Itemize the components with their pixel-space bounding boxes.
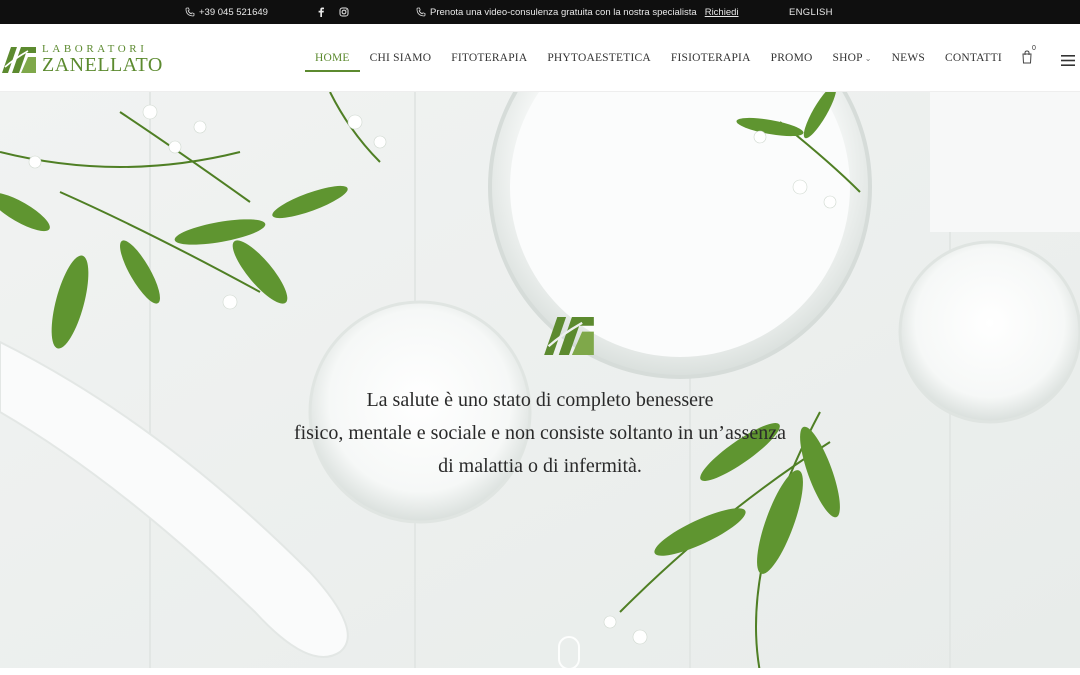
nav-item-shop[interactable]: SHOP ⌄ [823, 24, 882, 92]
hero-quote: La salute è uno stato di completo beness… [0, 384, 1080, 483]
promo-text: Prenota una video-consulenza gratuita co… [430, 6, 697, 18]
logo-line2: ZANELLATO [42, 54, 163, 76]
site-header: LABORATORI ZANELLATO HOME CHI SIAMO FITO… [0, 24, 1080, 92]
social-links [317, 0, 349, 24]
language-switch[interactable]: ENGLISH [789, 0, 833, 24]
video-call-icon [416, 7, 426, 17]
nav-item-fisioterapia[interactable]: FISIOTERAPIA [661, 24, 761, 92]
hero-quote-line2: fisico, mentale e sociale e non consiste… [293, 422, 787, 444]
nav-item-fitoterapia[interactable]: FITOTERAPIA [441, 24, 537, 92]
hero-quote-line3: di malattia o di infermità. [438, 455, 642, 477]
chevron-down-icon: ⌄ [864, 53, 872, 63]
promo-banner: Prenota una video-consulenza gratuita co… [416, 0, 739, 24]
phone-contact[interactable]: +39 045 521649 [185, 0, 268, 24]
main-nav: HOME CHI SIAMO FITOTERAPIA PHYTOAESTETIC… [305, 24, 1012, 92]
nav-item-promo[interactable]: PROMO [761, 24, 823, 92]
nav-item-contatti[interactable]: CONTATTI [935, 24, 1012, 92]
instagram-icon[interactable] [339, 7, 349, 17]
nav-item-home[interactable]: HOME [305, 24, 360, 92]
hero-logo-mark-icon [544, 317, 594, 355]
cart-count-badge: 0 [1032, 45, 1036, 52]
promo-request-link[interactable]: Richiedi [705, 7, 739, 18]
nav-item-chi-siamo[interactable]: CHI SIAMO [360, 24, 442, 92]
hero-background-image [0, 92, 1080, 668]
logo-mark-icon [2, 46, 36, 73]
hero-section: La salute è uno stato di completo beness… [0, 92, 1080, 668]
nav-item-shop-label: SHOP [832, 52, 863, 64]
hero-quote-line1: La salute è uno stato di completo beness… [366, 389, 714, 411]
nav-item-news[interactable]: NEWS [882, 24, 935, 92]
hamburger-menu-button[interactable] [1061, 53, 1075, 71]
top-bar: +39 045 521649 Prenota una video-consule… [0, 0, 1080, 24]
cart-button[interactable]: 0 [1021, 45, 1036, 69]
hamburger-icon [1061, 55, 1075, 66]
page-bottom-strip [0, 668, 1080, 675]
site-logo[interactable]: LABORATORI ZANELLATO [2, 44, 163, 75]
phone-number[interactable]: +39 045 521649 [199, 7, 268, 18]
phone-icon [185, 7, 195, 17]
scroll-down-indicator[interactable] [558, 636, 580, 668]
cart-icon [1022, 50, 1032, 64]
nav-item-phytoaestetica[interactable]: PHYTOAESTETICA [537, 24, 661, 92]
facebook-icon[interactable] [317, 7, 325, 17]
